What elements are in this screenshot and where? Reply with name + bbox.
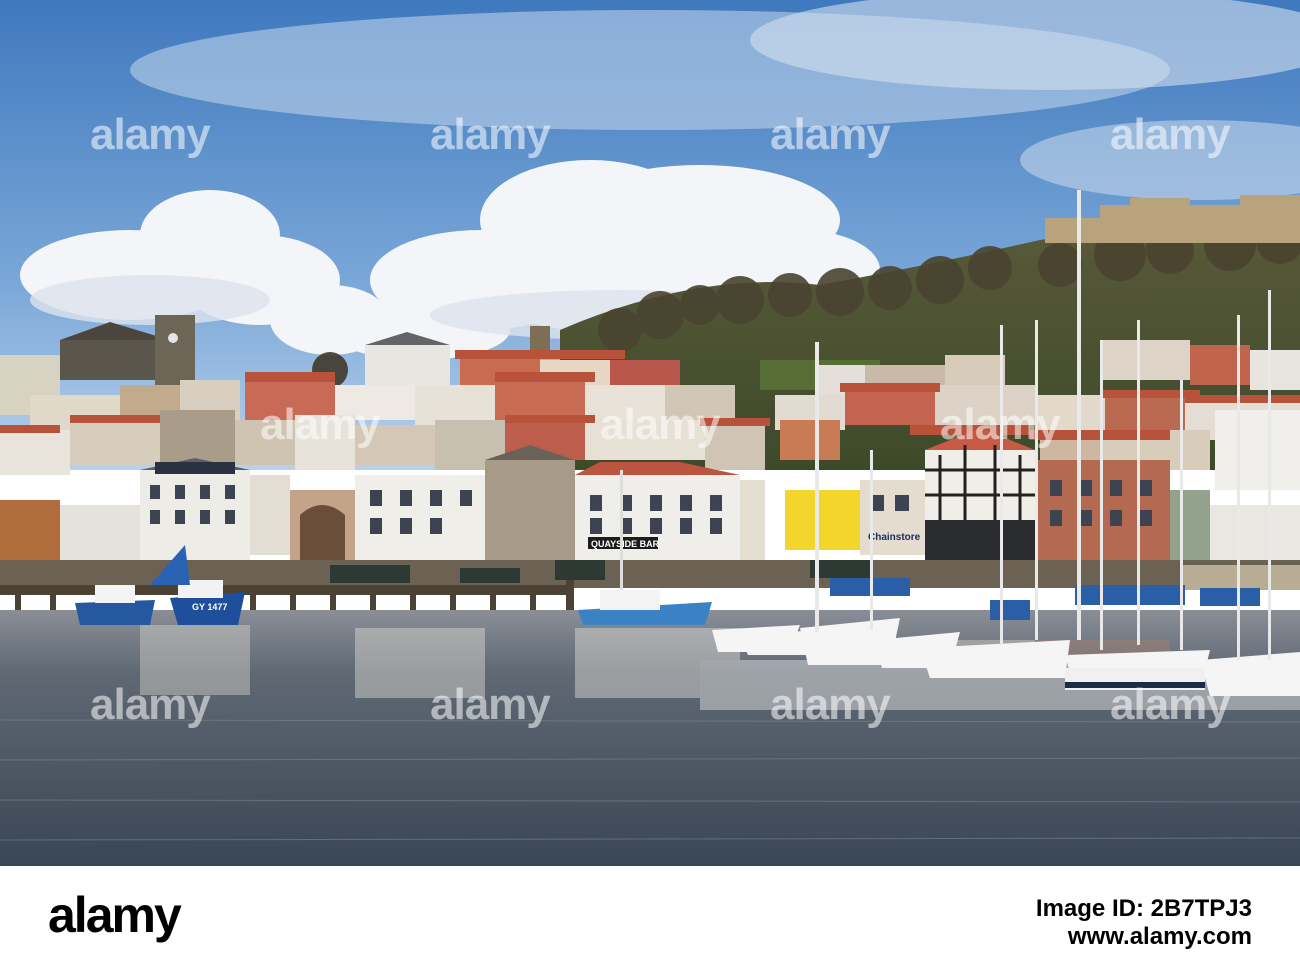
image-id-label: Image ID:: [1035, 895, 1151, 922]
image-id-value: 2B7TPJ3: [1150, 895, 1252, 922]
harbour-scene: QUAYSIDE BAR Chainstore GY 1477: [0, 0, 1300, 866]
sign-quayside: QUAYSIDE BAR: [591, 539, 660, 549]
image-id: Image ID: 2B7TPJ3: [1036, 895, 1252, 923]
stock-footer: alamy Image ID: 2B7TPJ3 www.alamy.com: [0, 866, 1300, 956]
site-url[interactable]: www.alamy.com: [1036, 923, 1252, 951]
image-info: Image ID: 2B7TPJ3 www.alamy.com: [1036, 895, 1252, 951]
svg-text:GY 1477: GY 1477: [192, 602, 227, 612]
harbour-photo: QUAYSIDE BAR Chainstore GY 1477 alamy al…: [0, 0, 1300, 866]
sign-chainstore: Chainstore: [868, 532, 921, 543]
alamy-logo[interactable]: alamy: [48, 886, 182, 944]
